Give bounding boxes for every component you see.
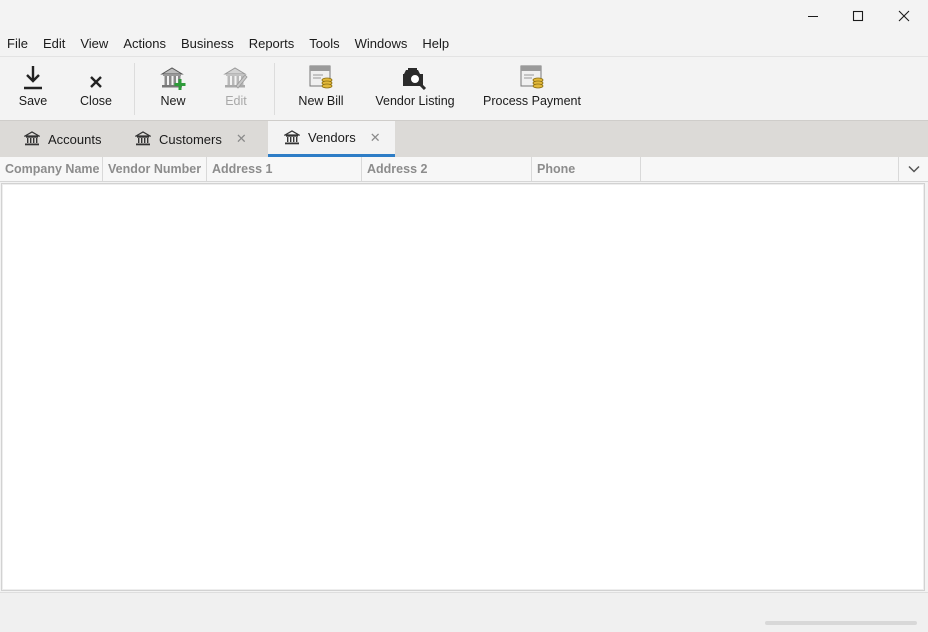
column-label: Vendor Number — [108, 162, 202, 176]
minimize-button[interactable] — [790, 0, 836, 32]
bill-icon — [309, 65, 333, 89]
menu-tools[interactable]: Tools — [302, 32, 347, 56]
close-window-button[interactable] — [881, 0, 927, 32]
tab-vendors-label: Vendors — [308, 130, 356, 145]
menu-file[interactable]: File — [0, 32, 36, 56]
payment-icon — [520, 65, 544, 89]
tab-customers[interactable]: Customers ✕ — [135, 121, 265, 157]
menu-reports[interactable]: Reports — [242, 32, 303, 56]
maximize-icon — [852, 10, 864, 22]
menu-help[interactable]: Help — [415, 32, 457, 56]
title-bar — [0, 0, 928, 32]
close-tab-button[interactable]: Close — [76, 57, 116, 121]
column-address-2[interactable]: Address 2 — [362, 157, 532, 181]
column-vendor-number[interactable]: Vendor Number — [103, 157, 207, 181]
menu-view[interactable]: View — [73, 32, 116, 56]
edit-label: Edit — [225, 94, 247, 108]
new-bill-button[interactable]: New Bill — [295, 57, 347, 121]
column-menu-button[interactable] — [898, 157, 928, 181]
bank-edit-icon — [223, 67, 248, 89]
toolbar-separator — [134, 63, 135, 115]
status-bar — [0, 592, 928, 632]
toolbar-separator — [274, 63, 275, 115]
vendor-listing-button[interactable]: Vendor Listing — [373, 57, 457, 121]
column-label: Address 2 — [367, 162, 428, 176]
vendor-grid-header: Company Name↗ Vendor Number Address 1 Ad… — [0, 157, 928, 182]
column-label: Phone — [537, 162, 576, 176]
minimize-icon — [808, 16, 818, 17]
tab-accounts[interactable]: Accounts — [24, 121, 134, 157]
menu-edit[interactable]: Edit — [36, 32, 73, 56]
vendor-grid-body[interactable] — [1, 183, 925, 591]
vendor-listing-label: Vendor Listing — [375, 94, 455, 108]
edit-button[interactable]: Edit — [216, 57, 256, 121]
column-label: Address 1 — [212, 162, 273, 176]
horizontal-scrollbar[interactable] — [765, 621, 917, 625]
toolbar: Save Close New Edit New Bill Vendor List… — [0, 56, 928, 121]
save-button[interactable]: Save — [14, 57, 52, 121]
close-icon — [898, 10, 910, 22]
tab-customers-label: Customers — [159, 131, 222, 147]
menu-windows[interactable]: Windows — [348, 32, 416, 56]
column-address-1[interactable]: Address 1 — [207, 157, 362, 181]
bank-add-icon — [160, 67, 186, 90]
column-phone[interactable]: Phone — [532, 157, 641, 181]
tab-vendors[interactable]: Vendors ✕ — [268, 121, 395, 157]
column-label: Company Name — [5, 162, 100, 176]
save-label: Save — [18, 94, 48, 108]
process-payment-button[interactable]: Process Payment — [483, 57, 581, 121]
new-bill-label: New Bill — [298, 94, 344, 108]
tab-accounts-label: Accounts — [48, 131, 102, 147]
column-company-name[interactable]: Company Name↗ — [0, 157, 103, 181]
tab-vendors-close-icon[interactable]: ✕ — [370, 130, 381, 146]
vendor-search-icon — [403, 68, 427, 90]
new-label: New — [160, 94, 186, 108]
bank-icon — [135, 131, 151, 146]
tab-bar: Accounts Customers ✕ Vendors ✕ — [0, 120, 928, 157]
bank-icon — [284, 129, 300, 144]
new-button[interactable]: New — [153, 57, 193, 121]
menu-bar: File Edit View Actions Business Reports … — [0, 32, 928, 56]
close-label: Close — [80, 94, 112, 108]
download-icon — [24, 66, 42, 90]
maximize-button[interactable] — [835, 0, 881, 32]
menu-business[interactable]: Business — [174, 32, 242, 56]
x-icon — [90, 76, 102, 88]
bank-icon — [24, 131, 40, 146]
tab-customers-close-icon[interactable]: ✕ — [236, 131, 247, 147]
process-payment-label: Process Payment — [483, 94, 581, 108]
menu-actions[interactable]: Actions — [116, 32, 174, 56]
chevron-down-icon — [907, 165, 920, 173]
